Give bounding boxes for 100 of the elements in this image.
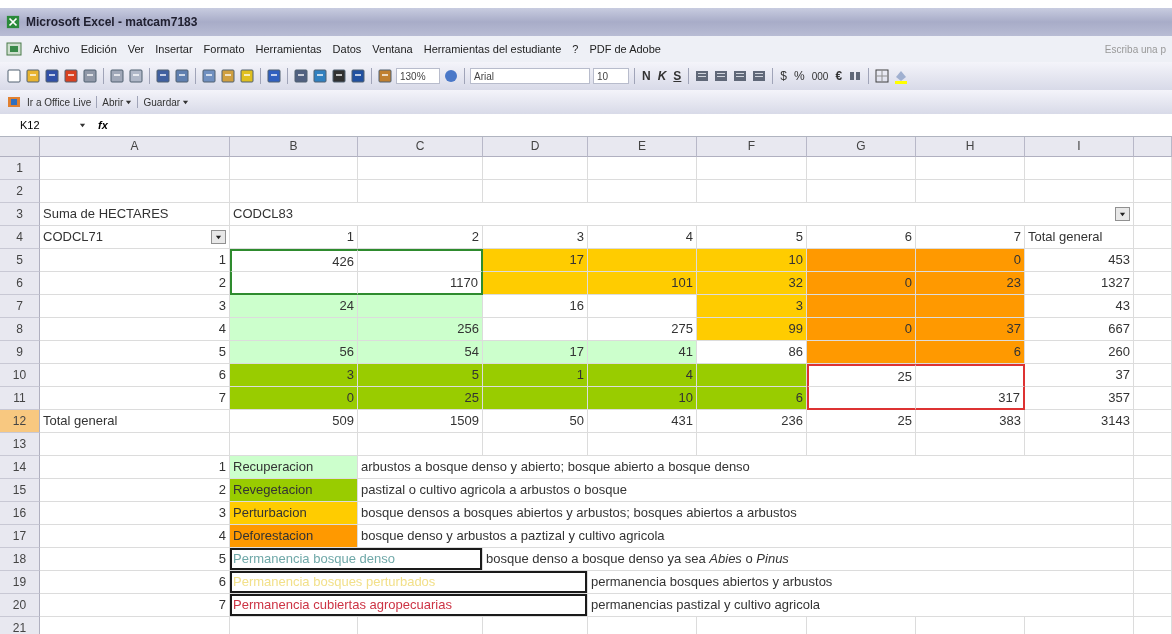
row-header[interactable]: 15 <box>0 479 40 502</box>
row-header[interactable]: 18 <box>0 548 40 571</box>
menu-item[interactable]: Edición <box>80 43 117 55</box>
row-header[interactable]: 4 <box>0 226 40 249</box>
table-cell: Revegetacion <box>230 479 358 502</box>
table-cell: 256 <box>358 318 483 341</box>
row-header[interactable]: 11 <box>0 387 40 410</box>
menu-item[interactable]: Datos <box>332 43 362 55</box>
row-header[interactable]: 17 <box>0 525 40 548</box>
table-cell: permanencias pastizal y cultivo agricola <box>588 594 1134 617</box>
table-cell: 357 <box>1025 387 1134 410</box>
workbook-icon[interactable] <box>6 41 22 57</box>
row-header[interactable]: 1 <box>0 157 40 180</box>
column-header[interactable]: A <box>40 137 230 157</box>
borders-icon[interactable] <box>874 68 891 84</box>
menu-item[interactable]: Archivo <box>33 43 70 55</box>
row-header[interactable]: 13 <box>0 433 40 456</box>
column-header[interactable]: I <box>1025 137 1134 157</box>
align-icon[interactable] <box>751 68 768 84</box>
italic-button[interactable]: K <box>655 67 669 85</box>
row-header[interactable]: 5 <box>0 249 40 272</box>
column-header[interactable]: F <box>697 137 807 157</box>
table-cell <box>1134 318 1172 341</box>
bold-button[interactable]: N <box>640 67 653 85</box>
menu-item[interactable]: ? <box>572 43 579 55</box>
table-cell: 25 <box>807 364 916 387</box>
menu-item[interactable]: Herramientas <box>255 43 322 55</box>
name-box[interactable]: K12 <box>20 119 90 131</box>
align-icon[interactable] <box>694 68 711 84</box>
table-cell: 99 <box>697 318 807 341</box>
font-size-field[interactable]: 10 <box>593 68 629 84</box>
align-icon[interactable] <box>713 68 730 84</box>
table-cell: Perturbacion <box>230 502 358 525</box>
menu-item[interactable]: Ver <box>127 43 145 55</box>
table-cell <box>1134 525 1172 548</box>
column-header[interactable]: E <box>588 137 697 157</box>
row-header[interactable]: 14 <box>0 456 40 479</box>
table-cell: 37 <box>1025 364 1134 387</box>
table-cell: 37 <box>916 318 1025 341</box>
function-button[interactable]: fx <box>90 119 116 131</box>
column-header[interactable]: C <box>358 137 483 157</box>
dropdown-button[interactable] <box>1115 207 1130 221</box>
table-cell <box>1134 571 1172 594</box>
table-cell <box>1134 502 1172 525</box>
row-header[interactable]: 19 <box>0 571 40 594</box>
column-header[interactable]: B <box>230 137 358 157</box>
menu-item[interactable]: Herramientas del estudiante <box>423 43 562 55</box>
font-field[interactable]: Arial <box>470 68 590 84</box>
table-cell: 317 <box>916 387 1025 410</box>
currency-button[interactable]: $ <box>778 67 790 85</box>
align-icon[interactable] <box>732 68 749 84</box>
row-header[interactable]: 6 <box>0 272 40 295</box>
column-header[interactable]: H <box>916 137 1025 157</box>
table-cell: 3 <box>697 295 807 318</box>
office-live-button[interactable]: Abrir <box>100 96 135 108</box>
euro-button[interactable]: € <box>833 67 845 85</box>
table-cell <box>1134 272 1172 295</box>
menu-item[interactable]: Formato <box>203 43 245 55</box>
menu-item[interactable]: Ventana <box>372 43 413 55</box>
table-cell: Permanencia cubiertas agropecuarias <box>230 594 588 617</box>
row-header[interactable]: 10 <box>0 364 40 387</box>
row-header[interactable]: 21 <box>0 617 40 634</box>
row-header[interactable]: 3 <box>0 203 40 226</box>
dropdown-button[interactable] <box>211 230 226 244</box>
zoom-field[interactable]: 130% <box>396 68 440 84</box>
table-cell: 10 <box>588 387 697 410</box>
table-cell: 101 <box>588 272 697 295</box>
table-cell: 6 <box>40 571 230 594</box>
row-header[interactable]: 2 <box>0 180 40 203</box>
table-cell: 17 <box>483 341 588 364</box>
column-header[interactable]: G <box>807 137 916 157</box>
table-cell <box>1134 226 1172 249</box>
office-live-button[interactable]: Guardar <box>141 96 192 108</box>
table-cell: 6 <box>916 341 1025 364</box>
table-cell: 16 <box>483 295 588 318</box>
caret-icon <box>215 233 222 241</box>
caret-icon <box>182 98 190 106</box>
percent-button[interactable]: % <box>792 67 807 85</box>
table-cell: 41 <box>588 341 697 364</box>
table-cell: permanencia bosques abiertos y arbustos <box>588 571 1134 594</box>
row-header[interactable]: 8 <box>0 318 40 341</box>
table-cell: 431 <box>588 410 697 433</box>
row-header[interactable]: 16 <box>0 502 40 525</box>
row-header[interactable]: 7 <box>0 295 40 318</box>
table-cell: 32 <box>697 272 807 295</box>
table-cell: Suma de HECTARES <box>40 203 230 226</box>
table-cell: 0 <box>916 249 1025 272</box>
row-header[interactable]: 20 <box>0 594 40 617</box>
underline-button[interactable]: S <box>671 67 684 85</box>
menu-item[interactable]: PDF de Adobe <box>589 43 661 55</box>
menu-item[interactable]: Insertar <box>155 43 193 55</box>
table-cell: 4 <box>40 525 230 548</box>
table-cell <box>1134 249 1172 272</box>
row-header[interactable]: 9 <box>0 341 40 364</box>
thousands-button[interactable]: 000 <box>809 67 831 85</box>
table-cell: 509 <box>230 410 358 433</box>
table-cell: 43 <box>1025 295 1134 318</box>
office-live-button[interactable]: Ir a Office Live <box>25 96 94 108</box>
column-header[interactable]: D <box>483 137 588 157</box>
row-header[interactable]: 12 <box>0 410 40 433</box>
